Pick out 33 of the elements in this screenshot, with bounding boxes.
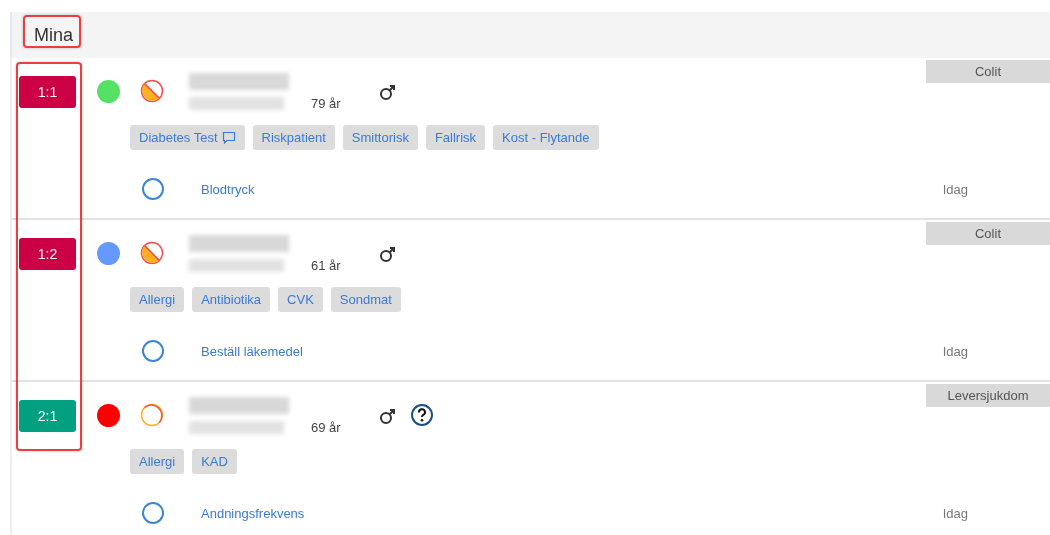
patient-tag[interactable]: CVK (278, 287, 323, 312)
patient-tag[interactable]: Kost - Flytande (493, 125, 599, 150)
task-circle-icon[interactable] (141, 339, 165, 363)
patient-tag[interactable]: Diabetes Test (130, 125, 245, 150)
patient-tag[interactable]: Allergi (130, 449, 185, 474)
patient-tag[interactable]: KAD (192, 449, 237, 474)
task-circle-icon[interactable] (141, 501, 165, 525)
task-circle-icon[interactable] (141, 177, 165, 201)
bed-label: 2:1 (19, 400, 76, 432)
patient-age: 79 år (311, 96, 341, 111)
patient-tag[interactable]: Antibiotika (192, 287, 271, 312)
patient-row[interactable]: 1:2 61 år Allergi Antibiotika CVK Sondmat Colit Beställ läkemedel Idag (12, 220, 1050, 382)
patient-tag[interactable]: Fallrisk (425, 125, 486, 150)
patient-tag[interactable]: Riskpatient (252, 125, 335, 150)
task-due: Idag (942, 343, 968, 359)
diagnosis-label: Colit (926, 60, 1050, 83)
patient-row[interactable]: 1:1 79 år Diabetes Test Riskpatient Smittorisk Fallrisk Kost - Flytande Colit Blodtryck Idag (12, 58, 1050, 220)
diagnosis-label: Leversjukdom (926, 384, 1050, 407)
bed-label: 1:1 (19, 76, 76, 108)
patient-age: 61 år (311, 258, 341, 273)
patient-tag[interactable]: Allergi (130, 287, 185, 312)
task-link[interactable]: Andningsfrekvens (201, 505, 305, 521)
section-title: Mina (34, 24, 73, 46)
task-due: Idag (942, 505, 968, 521)
task-link[interactable]: Blodtryck (201, 181, 255, 197)
patient-tag[interactable]: Smittorisk (342, 125, 418, 150)
task-due: Idag (942, 181, 968, 197)
patient-row[interactable]: 2:1 69 år Allergi KAD Leversjukdom Andningsfrekvens Idag (12, 382, 1050, 535)
patient-tag[interactable]: Sondmat (330, 287, 401, 312)
task-link[interactable]: Beställ läkemedel (201, 343, 303, 359)
bed-label: 1:2 (19, 238, 76, 270)
diagnosis-label: Colit (926, 222, 1050, 245)
patient-age: 69 år (311, 420, 341, 435)
